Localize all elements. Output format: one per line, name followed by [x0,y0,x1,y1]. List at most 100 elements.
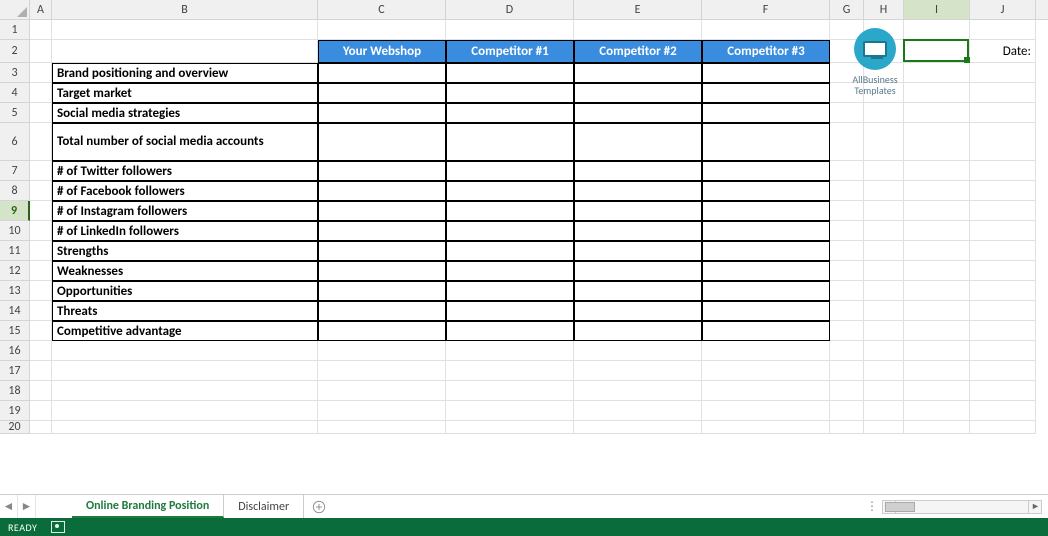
cell-J13[interactable] [970,281,1036,301]
cell-E4[interactable] [574,83,702,103]
cell-C14[interactable] [318,301,446,321]
row-header-5[interactable]: 5 [0,103,30,123]
row-header-9[interactable]: 9 [0,201,30,221]
row-header-16[interactable]: 16 [0,341,30,361]
row-header-10[interactable]: 10 [0,221,30,241]
cell-H15[interactable] [864,321,904,341]
cell-D3[interactable] [446,63,574,83]
cell-B15[interactable]: Competitive advantage [52,321,318,341]
cell-C7[interactable] [318,161,446,181]
cell-I6[interactable] [904,123,970,161]
cell-A10[interactable] [30,221,52,241]
cell-I3[interactable] [904,63,970,83]
cell-G10[interactable] [830,221,864,241]
cell-H6[interactable] [864,123,904,161]
scroll-thumb[interactable] [885,502,915,512]
cell-I15[interactable] [904,321,970,341]
cell-D10[interactable] [446,221,574,241]
cell-F11[interactable] [702,241,830,261]
row-header-13[interactable]: 13 [0,281,30,301]
cell-C1[interactable] [318,20,446,40]
row-header-12[interactable]: 12 [0,261,30,281]
cell-A16[interactable] [30,341,52,361]
cell-D1[interactable] [446,20,574,40]
add-sheet-button[interactable] [304,495,334,518]
cell-D2[interactable]: Competitor #1 [446,40,574,63]
cell-D17[interactable] [446,361,574,381]
select-all-corner[interactable] [0,0,30,19]
cell-C10[interactable] [318,221,446,241]
cell-D18[interactable] [446,381,574,401]
col-header-E[interactable]: E [574,0,702,19]
cell-E13[interactable] [574,281,702,301]
cell-E7[interactable] [574,161,702,181]
cell-A17[interactable] [30,361,52,381]
cell-E11[interactable] [574,241,702,261]
cell-H12[interactable] [864,261,904,281]
cell-G5[interactable] [830,103,864,123]
cell-J8[interactable] [970,181,1036,201]
cell-C11[interactable] [318,241,446,261]
cell-A9[interactable] [30,201,52,221]
cell-C8[interactable] [318,181,446,201]
cell-E5[interactable] [574,103,702,123]
row-header-2[interactable]: 2 [0,40,30,63]
cell-A15[interactable] [30,321,52,341]
cell-G9[interactable] [830,201,864,221]
row-header-14[interactable]: 14 [0,301,30,321]
cell-F19[interactable] [702,401,830,421]
cell-G15[interactable] [830,321,864,341]
col-header-G[interactable]: G [830,0,864,19]
cell-F14[interactable] [702,301,830,321]
cell-A11[interactable] [30,241,52,261]
col-header-F[interactable]: F [702,0,830,19]
cell-F17[interactable] [702,361,830,381]
cell-I18[interactable] [904,381,970,401]
cell-J6[interactable] [970,123,1036,161]
cell-J11[interactable] [970,241,1036,261]
cell-E12[interactable] [574,261,702,281]
spreadsheet-grid[interactable]: A B C D E F G H I J 12345678910111213141… [0,0,1048,494]
cell-G17[interactable] [830,361,864,381]
cell-C3[interactable] [318,63,446,83]
cell-C18[interactable] [318,381,446,401]
cell-I5[interactable] [904,103,970,123]
cell-A1[interactable] [30,20,52,40]
tab-online-branding-position[interactable]: Online Branding Position [72,495,224,518]
cell-I13[interactable] [904,281,970,301]
cell-E3[interactable] [574,63,702,83]
cell-J1[interactable] [970,20,1036,40]
cell-F20[interactable] [702,421,830,434]
horizontal-scrollbar[interactable]: ◄ ► [882,500,1042,514]
cell-A13[interactable] [30,281,52,301]
cell-G20[interactable] [830,421,864,434]
cell-C20[interactable] [318,421,446,434]
cell-G14[interactable] [830,301,864,321]
cell-H20[interactable] [864,421,904,434]
row-header-17[interactable]: 17 [0,361,30,381]
cell-I2[interactable] [904,40,970,63]
macro-record-icon[interactable] [51,521,65,533]
cell-J3[interactable] [970,63,1036,83]
col-header-H[interactable]: H [864,0,904,19]
cell-F16[interactable] [702,341,830,361]
cell-J5[interactable] [970,103,1036,123]
cell-C17[interactable] [318,361,446,381]
cell-A12[interactable] [30,261,52,281]
cell-F6[interactable] [702,123,830,161]
row-header-20[interactable]: 20 [0,421,30,434]
cell-G6[interactable] [830,123,864,161]
cell-C13[interactable] [318,281,446,301]
cell-F18[interactable] [702,381,830,401]
cell-E20[interactable] [574,421,702,434]
cell-E14[interactable] [574,301,702,321]
cell-E1[interactable] [574,20,702,40]
cell-H8[interactable] [864,181,904,201]
cell-F13[interactable] [702,281,830,301]
cell-F15[interactable] [702,321,830,341]
cell-A2[interactable] [30,40,52,63]
row-header-3[interactable]: 3 [0,63,30,83]
cell-G16[interactable] [830,341,864,361]
row-header-8[interactable]: 8 [0,181,30,201]
cell-F8[interactable] [702,181,830,201]
